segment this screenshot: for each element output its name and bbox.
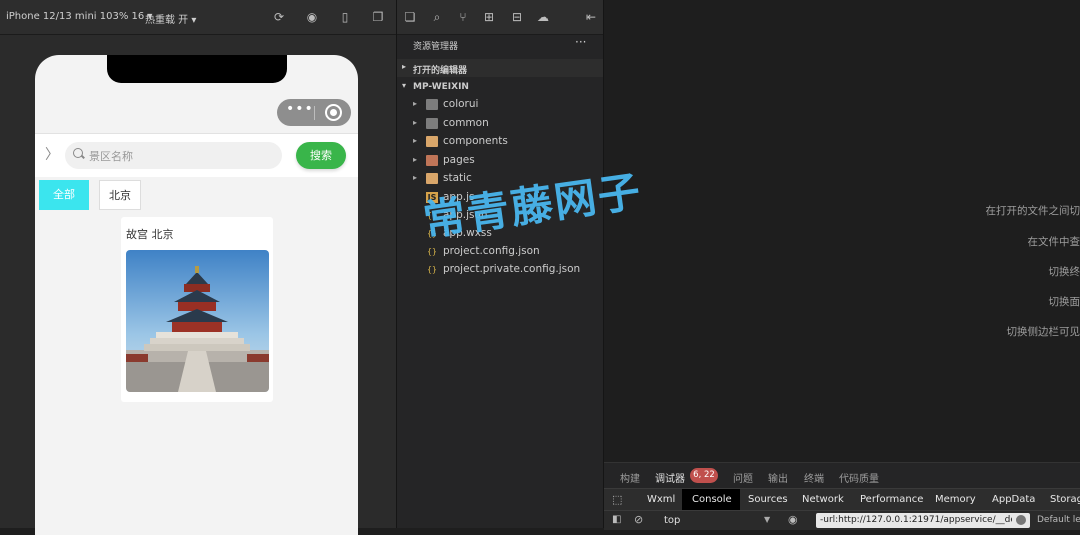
tree-item-label: common (443, 117, 489, 129)
phone-frame: ••• 〉 景区名称 搜索 全部 北京 故宫 北京 (35, 55, 358, 535)
tab-wxml[interactable]: Wxml (647, 494, 675, 505)
clear-filter-icon[interactable] (1016, 515, 1026, 525)
tab-code-quality[interactable]: 代码质量 (839, 470, 879, 485)
simulator-pane: iPhone 12/13 mini 103% 16 ▾ 热重载 开 ▾ ⟳ ◉ … (0, 0, 396, 528)
activity-bar: ❏ ⌕ ⑂ ⊞ ⊟ ☁ ⇤ (397, 0, 604, 35)
tab-sources[interactable]: Sources (748, 494, 788, 505)
tab-all[interactable]: 全部 (39, 180, 89, 210)
shortcut-hint: 在打开的文件之间切 (986, 203, 1080, 218)
editor-area: 在打开的文件之间切 在文件中查 切换终 切换面 切换侧边栏可见 (604, 0, 1080, 462)
shortcut-hint: 切换终 (1049, 264, 1080, 279)
explorer-pane: ❏ ⌕ ⑂ ⊞ ⊟ ☁ ⇤ 资源管理器 ··· ▸ 打开的编辑器 ▾ MP-WE… (397, 0, 604, 528)
section-label: 打开的编辑器 (413, 63, 467, 76)
folder-icon (426, 99, 438, 110)
json-file-icon: {} (426, 264, 438, 275)
context-selector[interactable]: top (664, 515, 680, 526)
console-filter-input[interactable]: -url:http://127.0.0.1:21971/appservice/_… (816, 513, 1030, 528)
shortcut-hint: 在文件中查 (1028, 234, 1080, 249)
project-section[interactable]: ▾ MP-WEIXIN (397, 78, 604, 96)
tab-network[interactable]: Network (802, 494, 844, 505)
tree-item-common[interactable]: ▸ common (397, 115, 604, 133)
error-warning-badge: 6, 22 (690, 468, 718, 483)
extensions-icon[interactable]: ⊞ (481, 9, 497, 25)
folder-icon (426, 155, 438, 166)
inspect-icon[interactable]: ⬚ (612, 493, 622, 506)
chevron-right-icon: ▸ (413, 173, 417, 182)
chevron-right-icon: ▸ (402, 62, 406, 71)
folder-icon (426, 118, 438, 129)
chevron-right-icon: ▸ (413, 155, 417, 164)
shortcut-hint: 切换侧边栏可见 (1007, 324, 1080, 339)
sidebar-toggle-icon[interactable]: ◧ (612, 514, 621, 525)
devtools-tabs: ⬚ Wxml Console Sources Network Performan… (604, 488, 1080, 511)
tree-item-label: components (443, 135, 508, 147)
search-button[interactable]: 搜索 (296, 142, 346, 169)
search-bar: 〉 景区名称 搜索 (35, 134, 358, 177)
record-icon[interactable]: ◉ (305, 10, 319, 24)
folder-icon (426, 173, 438, 184)
card-title: 故宫 北京 (126, 226, 174, 242)
search-input[interactable]: 景区名称 (65, 142, 282, 169)
capsule-divider (314, 106, 315, 120)
filter-value: -url:http://127.0.0.1:21971/appservice/_… (820, 515, 1012, 525)
tab-appdata[interactable]: AppData (992, 494, 1035, 505)
tab-output[interactable]: 输出 (768, 470, 788, 485)
chevron-right-icon: ▸ (413, 118, 417, 127)
tab-beijing[interactable]: 北京 (99, 180, 141, 210)
tab-memory[interactable]: Memory (935, 494, 976, 505)
tab-build[interactable]: 构建 (620, 470, 640, 485)
search-placeholder: 景区名称 (89, 148, 133, 164)
search-icon (73, 148, 83, 158)
menu-capsule[interactable]: ••• (277, 99, 351, 126)
tab-problems[interactable]: 问题 (733, 470, 753, 485)
category-tabs: 全部 北京 (35, 177, 358, 213)
search-icon[interactable]: ⌕ (429, 9, 445, 25)
tab-storage[interactable]: Storag (1050, 494, 1080, 505)
chevron-down-icon: ▼ (764, 515, 770, 524)
device-selector[interactable]: iPhone 12/13 mini 103% 16 ▾ (6, 11, 152, 22)
open-editors-section[interactable]: ▸ 打开的编辑器 (397, 59, 604, 77)
clear-console-icon[interactable]: ⊘ (634, 513, 643, 526)
files-icon[interactable]: ❏ (402, 9, 418, 25)
scenic-card[interactable]: 故宫 北京 (121, 217, 273, 402)
source-control-icon[interactable]: ⑂ (455, 9, 471, 25)
console-toolbar: ◧ ⊘ top ▼ ◉ -url:http://127.0.0.1:21971/… (604, 510, 1080, 530)
bottom-panel: 构建 调试器 6, 22 问题 输出 终端 代码质量 ⬚ Wxml Consol… (604, 462, 1080, 529)
tree-item-label: pages (443, 154, 475, 166)
panel-tabs: 构建 调试器 6, 22 问题 输出 终端 代码质量 (604, 463, 1080, 488)
temple-of-heaven-image[interactable] (126, 250, 269, 392)
phone-icon[interactable]: ▯ (338, 10, 352, 24)
more-icon[interactable]: ••• (286, 101, 314, 117)
tab-debugger[interactable]: 调试器 (655, 470, 685, 485)
chevron-right-icon: ▸ (413, 136, 417, 145)
debug-icon[interactable]: ⊟ (509, 9, 525, 25)
cloud-icon[interactable]: ☁ (535, 9, 551, 25)
tab-console[interactable]: Console (692, 494, 732, 505)
chevron-down-icon: ▾ (402, 81, 406, 90)
tree-item-components[interactable]: ▸ components (397, 133, 604, 151)
tab-terminal[interactable]: 终端 (804, 470, 824, 485)
more-actions-icon[interactable]: ··· (575, 35, 586, 49)
collapse-icon[interactable]: ⇤ (583, 9, 599, 25)
window-icon[interactable]: ❐ (371, 10, 385, 24)
chevron-right-icon: ▸ (413, 99, 417, 108)
explorer-title: 资源管理器 (413, 39, 458, 52)
tree-item-colorui[interactable]: ▸ colorui (397, 96, 604, 114)
folder-icon (426, 136, 438, 147)
chevron-icon[interactable]: 〉 (45, 144, 59, 164)
section-label: MP-WEIXIN (413, 82, 469, 92)
shortcut-hint: 切换面 (1049, 294, 1080, 309)
close-mini-program-icon[interactable] (325, 104, 342, 121)
tree-item-project-private-config[interactable]: {} project.private.config.json (397, 261, 604, 279)
simulator-toolbar: iPhone 12/13 mini 103% 16 ▾ 热重载 开 ▾ ⟳ ◉ … (0, 0, 396, 35)
refresh-icon[interactable]: ⟳ (272, 10, 286, 24)
eye-icon[interactable]: ◉ (788, 513, 798, 526)
tab-performance[interactable]: Performance (860, 494, 923, 505)
hot-reload-toggle[interactable]: 热重载 开 ▾ (145, 11, 196, 26)
tree-item-label: project.private.config.json (443, 263, 580, 275)
phone-notch (107, 55, 287, 83)
tree-item-label: colorui (443, 98, 478, 110)
log-levels-dropdown[interactable]: Default le (1037, 515, 1080, 525)
tree-item-label: project.config.json (443, 245, 540, 257)
